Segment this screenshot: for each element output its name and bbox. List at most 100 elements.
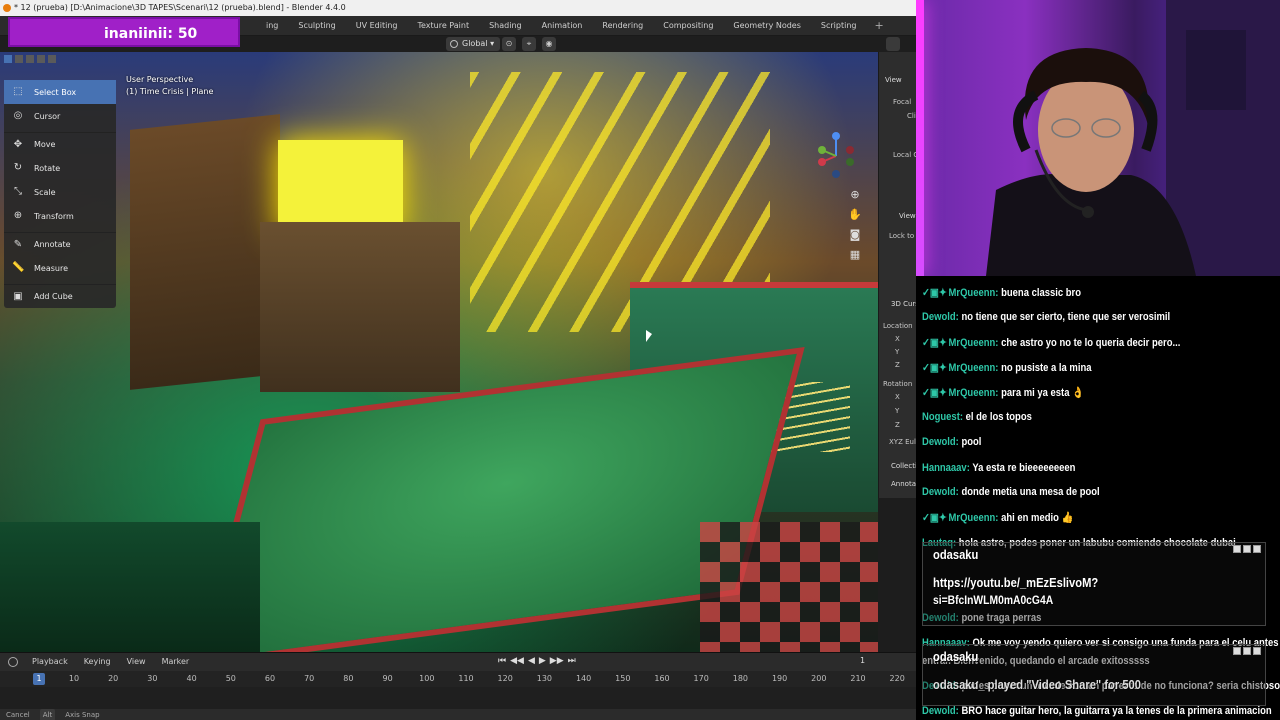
panel-annotations-header[interactable]: Annotat <box>891 480 916 488</box>
workspace-tab[interactable]: Geometry Nodes <box>723 16 810 36</box>
tool-rotate[interactable]: ↻ Rotate <box>4 156 116 180</box>
select-subtract-icon[interactable] <box>26 55 34 63</box>
tool-add-cube[interactable]: ▣ Add Cube <box>4 284 116 308</box>
chat-username[interactable]: MrQueenn <box>949 512 996 524</box>
select-invert-icon[interactable] <box>37 55 45 63</box>
select-new-icon[interactable] <box>4 55 12 63</box>
select-mode-icons <box>4 55 56 63</box>
pivot-icon[interactable]: ⊙ <box>502 37 516 51</box>
playhead[interactable]: 1 <box>33 673 45 685</box>
chat-username[interactable]: Dewold <box>922 436 956 448</box>
frame-tick-label: 200 <box>811 674 827 683</box>
tool-label: Rotate <box>34 163 61 173</box>
workspace-tab[interactable]: Animation <box>532 16 593 36</box>
jump-start-icon[interactable]: ⏮ <box>498 656 506 667</box>
frame-tick-label: 210 <box>850 674 866 683</box>
frame-tick-label: 100 <box>419 674 435 683</box>
workspace-tab[interactable]: Scripting <box>811 16 867 36</box>
proportional-edit-icon[interactable]: ◉ <box>542 37 556 51</box>
popup2-close-icon[interactable] <box>1253 647 1261 655</box>
tool-scale[interactable]: ⤡ Scale <box>4 180 116 204</box>
transform-orientation-dropdown[interactable]: Global ▾ <box>446 37 501 51</box>
panel-loc-z: Z <box>895 361 900 369</box>
workspace-tab[interactable]: ing <box>256 16 288 36</box>
playback-controls: ⏮ ◀◀ ◀ ▶ ▶▶ ⏭ <box>498 656 576 667</box>
mouse-cursor-icon <box>646 330 652 342</box>
chat-username[interactable]: Hannaaav <box>922 462 967 474</box>
workspace-tab[interactable]: Shading <box>479 16 532 36</box>
tool-select-box[interactable]: ⬚ Select Box <box>4 80 116 104</box>
frame-ruler[interactable]: 1 10 20 30 40 50 60 70 80 90 100 110 120 130 140 150 16… <box>0 671 916 687</box>
workspace-tab[interactable]: Rendering <box>592 16 653 36</box>
panel-view-header[interactable]: View <box>885 76 902 84</box>
chat-username[interactable]: Dewold <box>922 705 956 717</box>
jump-keyframe-forward-icon[interactable]: ▶▶ <box>550 656 564 667</box>
panel-focal-label: Focal <box>893 98 912 106</box>
pan-hand-icon[interactable]: ✋ <box>848 208 862 222</box>
tool-measure[interactable]: 📏 Measure <box>4 256 116 280</box>
tool-label: Add Cube <box>34 292 73 301</box>
chat-username[interactable]: MrQueenn <box>949 387 996 399</box>
tool-annotate[interactable]: ✎ Annotate <box>4 232 116 256</box>
select-extend-icon[interactable] <box>15 55 23 63</box>
workspace-tab[interactable]: Sculpting <box>288 16 345 36</box>
camera-icon[interactable]: ◙ <box>848 228 862 242</box>
play-reverse-icon[interactable]: ◀ <box>528 656 535 667</box>
timeline-menu-keying[interactable]: Keying <box>76 657 119 666</box>
chat-username[interactable]: MrQueenn <box>949 337 996 349</box>
play-icon[interactable]: ▶ <box>539 656 546 667</box>
measure-icon: 📏 <box>12 262 25 273</box>
chat-username[interactable]: MrQueenn <box>949 362 996 374</box>
chat-text: no tiene que ser cierto, tiene que ser v… <box>961 311 1171 323</box>
tool-move[interactable]: ✥ Move <box>4 132 116 156</box>
chat-badge-icons: ✓▣✦ <box>922 387 947 399</box>
tool-cursor[interactable]: ◎ Cursor <box>4 104 116 128</box>
shading-mode-button[interactable] <box>886 37 900 51</box>
jump-keyframe-back-icon[interactable]: ◀◀ <box>510 656 524 667</box>
timeline-track-area[interactable] <box>0 687 916 709</box>
tool-transform[interactable]: ⊕ Transform <box>4 204 116 228</box>
add-workspace-button[interactable]: + <box>866 16 891 36</box>
panel-view-sub-header[interactable]: View <box>899 212 916 220</box>
popup-link[interactable]: https://youtu.be/_mEzEslivoM? <box>933 575 1098 590</box>
zoom-icon[interactable]: ⊕ <box>848 188 862 202</box>
popup-close-icon[interactable] <box>1253 545 1261 553</box>
chat-text: donde metia una mesa de pool <box>961 486 1100 498</box>
popup-maximize-icon[interactable] <box>1243 545 1251 553</box>
popup2-maximize-icon[interactable] <box>1243 647 1251 655</box>
chat-text: BRO hace guitar hero, la guitarra ya la … <box>961 705 1272 717</box>
popup2-minimize-icon[interactable] <box>1233 647 1241 655</box>
frame-tick-label: 20 <box>108 674 119 683</box>
popup-title: odasaku <box>933 547 979 562</box>
panel-rotation-mode[interactable]: XYZ Eule <box>889 438 916 446</box>
grid-ortho-icon[interactable]: ▦ <box>848 248 862 262</box>
timeline-menu-playback[interactable]: Playback <box>24 657 76 666</box>
timeline-menu-view[interactable]: View <box>119 657 154 666</box>
jump-end-icon[interactable]: ⏭ <box>568 656 576 667</box>
panel-rotation-label: Rotation <box>883 380 913 388</box>
chat-username[interactable]: Dewold <box>922 486 956 498</box>
chat-username[interactable]: Dewold <box>922 311 956 323</box>
chat-badge-icons: ✓▣✦ <box>922 337 947 349</box>
status-cancel: Cancel <box>6 711 30 719</box>
status-bar: Cancel Alt Axis Snap <box>0 709 916 720</box>
select-intersect-icon[interactable] <box>48 55 56 63</box>
panel-collection-header[interactable]: Collecti <box>891 462 916 470</box>
scale-icon: ⤡ <box>14 186 22 197</box>
move-icon: ✥ <box>13 138 23 150</box>
stream-chat: Dewold: BRO hace guitar hero, la guitarr… <box>916 276 1280 720</box>
3d-viewport[interactable]: User Perspective (1) Time Crisis | Plane… <box>0 52 878 652</box>
workspace-tab[interactable]: Compositing <box>653 16 723 36</box>
popup-minimize-icon[interactable] <box>1233 545 1241 553</box>
current-frame-field[interactable]: 1 <box>860 656 865 665</box>
navigation-gizmo[interactable] <box>812 128 860 184</box>
editor-type-icon[interactable] <box>8 656 18 667</box>
chat-username[interactable]: Noguest <box>922 411 960 423</box>
workspace-tab[interactable]: Texture Paint <box>407 16 479 36</box>
chat-username[interactable]: MrQueenn <box>949 287 996 299</box>
snap-icon[interactable]: ⌖ <box>522 37 536 51</box>
popup2-window-controls <box>1233 647 1261 655</box>
workspace-tab[interactable]: UV Editing <box>346 16 408 36</box>
panel-3d-cursor-header[interactable]: 3D Curs <box>891 300 916 308</box>
timeline-menu-marker[interactable]: Marker <box>154 657 198 666</box>
